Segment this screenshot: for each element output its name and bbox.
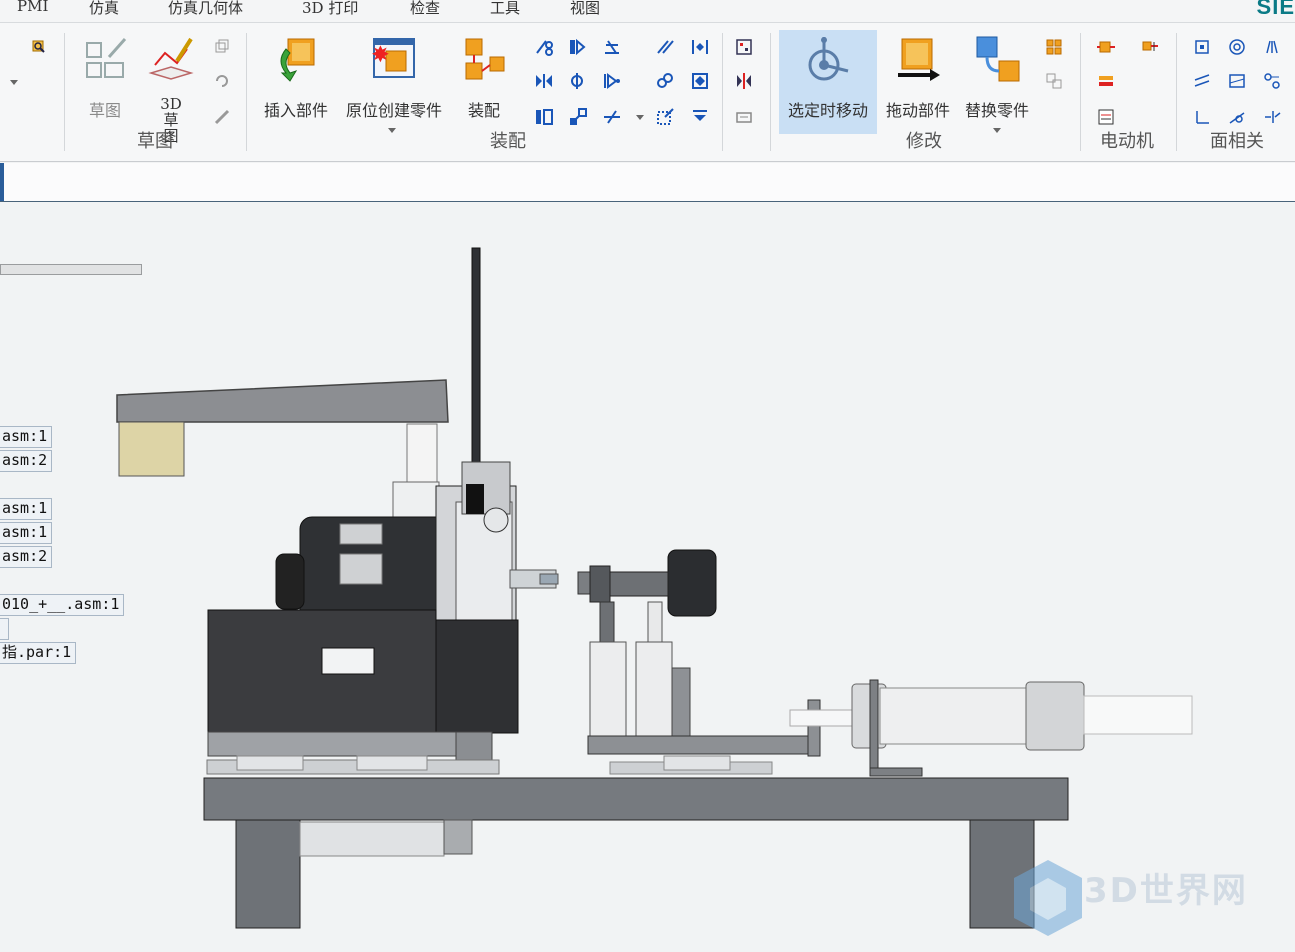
disperse-icon[interactable] [1044, 37, 1064, 57]
chevron-down-icon[interactable] [10, 80, 18, 85]
connect-icon[interactable] [568, 107, 588, 127]
insert-component-button[interactable]: 插入部件 [256, 30, 336, 134]
assemble-icon [465, 38, 505, 80]
group-label-sketch: 草图 [137, 131, 173, 152]
mate-icon[interactable] [568, 37, 588, 57]
tree-item[interactable]: asm:1 [0, 522, 53, 544]
parallel-face-icon[interactable] [1192, 71, 1212, 91]
insert-relation-icon[interactable] [602, 71, 622, 91]
offset-face-icon[interactable] [1227, 107, 1247, 127]
symmetric-icon[interactable] [1262, 37, 1282, 57]
3d-sketch-button[interactable]: 3D 草图 [142, 30, 200, 144]
relation-icon[interactable] [534, 37, 554, 57]
zoom-find-icon[interactable] [29, 37, 49, 57]
command-bar-accent [0, 163, 4, 201]
group-label-assembly: 装配 [490, 131, 526, 152]
replace-part-icon [976, 36, 1020, 82]
center-plane-icon[interactable] [690, 37, 710, 57]
mate-offset-icon[interactable] [534, 107, 554, 127]
insert-component-label: 插入部件 [263, 101, 328, 120]
brand-logo: SIE [1256, 0, 1295, 19]
chevron-down-icon[interactable] [636, 115, 644, 120]
tree-item[interactable]: asm:1 [0, 426, 53, 448]
menu-view[interactable]: 视图 [570, 0, 600, 18]
menu-simulation-geometry[interactable]: 仿真几何体 [168, 0, 243, 18]
move-on-select-label: 选定时移动 [787, 101, 868, 120]
menu-pmi[interactable]: PMI [17, 0, 48, 15]
motor-panel-icon[interactable] [1096, 107, 1116, 127]
tangent-icon[interactable] [690, 71, 710, 91]
group-label-modify: 修改 [906, 131, 942, 152]
concentric-icon[interactable] [1227, 37, 1247, 57]
perpendicular-icon[interactable] [1192, 107, 1212, 127]
motor-settings-icon[interactable] [1140, 37, 1160, 57]
rigid-set-icon[interactable] [655, 107, 675, 127]
assemble-label: 装配 [467, 101, 500, 120]
tree-item[interactable]: 010_+__.asm:1 [0, 594, 125, 616]
sketch-grid-icon [86, 38, 127, 78]
simulate-motor-icon[interactable] [1096, 71, 1116, 91]
menu-inspect[interactable]: 检查 [410, 0, 440, 18]
menu-tools[interactable]: 工具 [490, 0, 520, 18]
angle-icon[interactable] [602, 37, 622, 57]
planar-align-icon[interactable] [534, 71, 554, 91]
assemble-button[interactable]: 装配 [454, 30, 514, 134]
motor-icon[interactable] [1096, 37, 1116, 57]
pencil-icon[interactable] [212, 107, 232, 127]
tree-item[interactable]: 指.par:1 [0, 642, 77, 664]
tree-item[interactable] [0, 618, 9, 640]
command-bar [0, 163, 1295, 202]
rigid-face-icon[interactable] [1262, 107, 1282, 127]
drag-component-button[interactable]: 拖动部件 [880, 30, 956, 134]
face-rect-icon[interactable] [1192, 37, 1212, 57]
move-on-select-icon [808, 37, 849, 81]
tangent-face-icon[interactable] [1262, 71, 1282, 91]
menu-3d-print[interactable]: 3D 打印 [302, 0, 358, 18]
create-in-place-button[interactable]: 原位创建零件 [340, 30, 448, 134]
insert-component-icon [280, 38, 315, 82]
tree-item[interactable]: asm:2 [0, 546, 53, 568]
tree-item[interactable]: asm:1 [0, 498, 53, 520]
watermark-text: 3D世界网 [1084, 871, 1248, 911]
menu-bar: PMI 仿真 仿真几何体 3D 打印 检查 工具 视图 SIE [0, 0, 1295, 23]
ribbon: 草图 3D 草图 草图 插入部件 原位创建零件 装配 装配 选定时移动 拖动部件… [0, 23, 1295, 162]
cam-icon[interactable] [602, 107, 622, 127]
create-in-place-icon [372, 38, 415, 78]
ground-icon[interactable] [690, 107, 710, 127]
rotate-icon[interactable] [212, 71, 232, 91]
assembly-model[interactable] [0, 202, 1295, 952]
chevron-down-icon[interactable] [993, 128, 1001, 133]
drag-component-icon [898, 38, 940, 81]
mirror-component-icon[interactable] [734, 71, 754, 91]
replace-part-button[interactable]: 替换零件 [960, 30, 1034, 134]
sketch-button-label: 草图 [88, 101, 121, 120]
create-in-place-label: 原位创建零件 [345, 101, 442, 120]
parallel-icon[interactable] [655, 37, 675, 57]
gear-icon[interactable] [655, 71, 675, 91]
move-on-select-button[interactable]: 选定时移动 [779, 30, 877, 134]
replace-part-label: 替换零件 [964, 101, 1029, 120]
drag-component-label: 拖动部件 [885, 101, 950, 120]
pattern-icon[interactable] [734, 37, 754, 57]
tree-item[interactable]: asm:2 [0, 450, 53, 472]
3d-sketch-icon [148, 37, 194, 80]
chevron-down-icon[interactable] [388, 128, 396, 133]
coplanar-icon[interactable] [1227, 71, 1247, 91]
menu-simulation[interactable]: 仿真 [89, 0, 119, 18]
group-label-face-relate: 面相关 [1210, 131, 1264, 152]
copy-icon[interactable] [212, 37, 232, 57]
sketch-button[interactable]: 草图 [72, 30, 138, 134]
duplicate-component-icon[interactable] [734, 107, 754, 127]
graphics-viewport[interactable]: asm:1 asm:2 asm:1 asm:1 asm:2 010_+__.as… [0, 202, 1295, 952]
group-label-motor: 电动机 [1100, 131, 1154, 152]
axial-align-icon[interactable] [568, 71, 588, 91]
transfer-icon[interactable] [1044, 71, 1064, 91]
